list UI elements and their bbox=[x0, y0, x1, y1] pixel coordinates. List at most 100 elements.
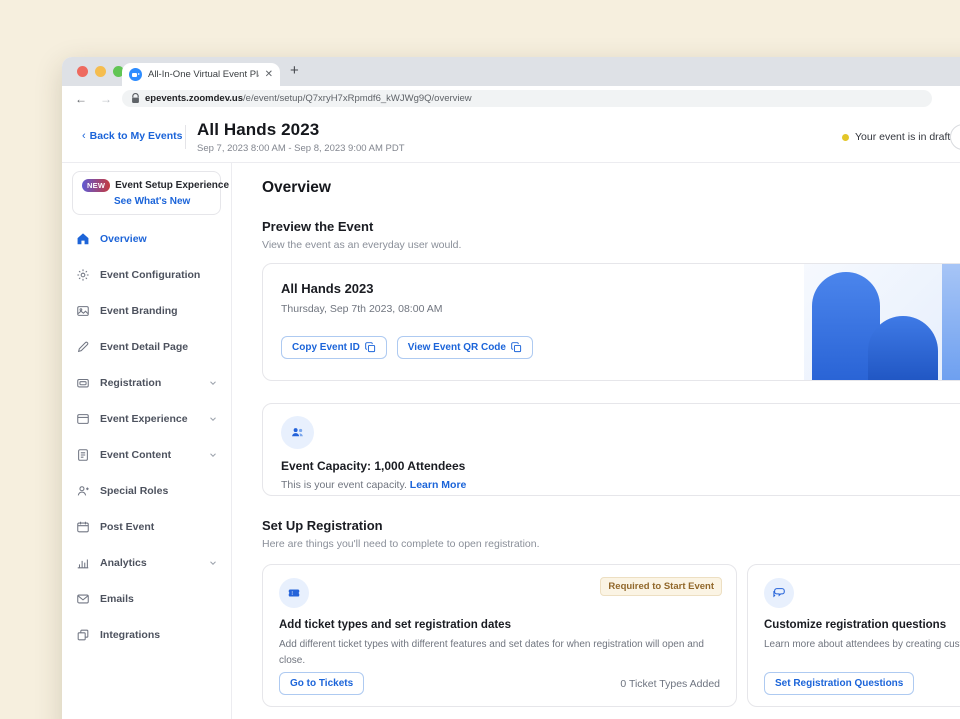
chevron-down-icon[interactable] bbox=[208, 450, 218, 460]
url-domain: epevents.zoomdev.us bbox=[145, 93, 243, 104]
sidebar-item-emails[interactable]: Emails bbox=[62, 581, 231, 617]
sidebar-item-integrations[interactable]: Integrations bbox=[62, 617, 231, 653]
sidebar-item-label: Emails bbox=[100, 593, 134, 605]
sidebar-item-event-content[interactable]: Event Content bbox=[62, 437, 231, 473]
see-whats-new-link[interactable]: See What's New bbox=[114, 196, 211, 207]
cover-arch-shape bbox=[868, 316, 938, 380]
page-title: Overview bbox=[262, 179, 960, 197]
sidebar-item-label: Event Configuration bbox=[100, 269, 200, 281]
back-icon[interactable]: ← bbox=[75, 92, 87, 106]
tickets-card-title: Add ticket types and set registration da… bbox=[279, 619, 720, 631]
sidebar-item-label: Analytics bbox=[100, 557, 147, 569]
url-text: epevents.zoomdev.us/e/event/setup/Q7xryH… bbox=[145, 93, 472, 104]
questions-icon-circle bbox=[764, 578, 794, 608]
event-header: ‹ Back to My Events All Hands 2023 Sep 7… bbox=[62, 111, 960, 163]
card-icon bbox=[76, 376, 90, 390]
sidebar-item-event-experience[interactable]: Event Experience bbox=[62, 401, 231, 437]
view-event-qr-code-button[interactable]: View Event QR Code bbox=[397, 336, 533, 359]
tickets-card-description: Add different ticket types with differen… bbox=[279, 637, 720, 668]
chevron-down-icon[interactable] bbox=[208, 414, 218, 424]
event-cover-art bbox=[804, 264, 960, 380]
view-qr-label: View Event QR Code bbox=[408, 342, 506, 353]
ticket-icon bbox=[287, 586, 301, 600]
draft-status: Your event is in draft bbox=[842, 131, 950, 143]
main-content: Overview Preview the Event View the even… bbox=[232, 163, 960, 719]
set-registration-questions-button[interactable]: Set Registration Questions bbox=[764, 672, 914, 695]
registration-section-subtitle: Here are things you'll need to complete … bbox=[262, 538, 960, 550]
sidebar-item-analytics[interactable]: Analytics bbox=[62, 545, 231, 581]
document-icon bbox=[76, 448, 90, 462]
preview-section-title: Preview the Event bbox=[262, 219, 960, 234]
bar-chart-icon bbox=[76, 556, 90, 570]
address-bar[interactable]: epevents.zoomdev.us/e/event/setup/Q7xryH… bbox=[122, 90, 932, 107]
registration-section-title: Set Up Registration bbox=[262, 518, 960, 533]
browser-toolbar: ← → ↻ epevents.zoomdev.us/e/event/setup/… bbox=[62, 86, 960, 111]
required-badge: Required to Start Event bbox=[600, 577, 722, 596]
sidebar-item-event-branding[interactable]: Event Branding bbox=[62, 293, 231, 329]
gear-icon bbox=[76, 268, 90, 282]
ticket-icon-circle bbox=[279, 578, 309, 608]
calendar-icon bbox=[76, 520, 90, 534]
lock-icon bbox=[131, 93, 140, 104]
chevron-left-icon: ‹ bbox=[82, 130, 86, 142]
registration-cards-row: Required to Start Event Add ticket types… bbox=[262, 564, 960, 707]
tab-close-icon[interactable]: ✕ bbox=[265, 70, 273, 80]
copy-event-id-button[interactable]: Copy Event ID bbox=[281, 336, 387, 359]
sidebar-item-label: Registration bbox=[100, 377, 161, 389]
chevron-down-icon[interactable] bbox=[208, 378, 218, 388]
sidebar-item-event-detail-page[interactable]: Event Detail Page bbox=[62, 329, 231, 365]
window-icon bbox=[76, 412, 90, 426]
sidebar-item-overview[interactable]: Overview bbox=[62, 221, 231, 257]
sidebar-item-label: Integrations bbox=[100, 629, 160, 641]
sidebar-item-label: Post Event bbox=[100, 521, 154, 533]
pencil-icon bbox=[76, 340, 90, 354]
close-window-button[interactable] bbox=[77, 66, 88, 77]
ticket-types-count: 0 Ticket Types Added bbox=[620, 678, 720, 690]
sidebar-item-label: Event Experience bbox=[100, 413, 188, 425]
integrations-icon bbox=[76, 628, 90, 642]
forward-icon[interactable]: → bbox=[100, 92, 112, 106]
preview-section-subtitle: View the event as an everyday user would… bbox=[262, 239, 960, 251]
sidebar: NEW Event Setup Experience See What's Ne… bbox=[62, 163, 232, 719]
sidebar-item-event-configuration[interactable]: Event Configuration bbox=[62, 257, 231, 293]
draft-status-dot-icon bbox=[842, 134, 849, 141]
learn-more-link[interactable]: Learn More bbox=[410, 479, 467, 491]
questions-card-title: Customize registration questions bbox=[764, 619, 960, 631]
capacity-icon-circle bbox=[281, 416, 314, 449]
person-icon bbox=[76, 484, 90, 498]
url-path: /e/event/setup/Q7xryH7xRpmdf6_kWJWg9Q/ov… bbox=[243, 93, 472, 104]
sidebar-item-label: Event Branding bbox=[100, 305, 178, 317]
header-divider bbox=[185, 125, 186, 149]
sidebar-nav: Overview Event Configuration Event Brand… bbox=[62, 221, 231, 653]
back-link-label: Back to My Events bbox=[90, 130, 183, 142]
sidebar-item-registration[interactable]: Registration bbox=[62, 365, 231, 401]
chat-bubbles-icon bbox=[772, 586, 786, 600]
capacity-title: Event Capacity: 1,000 Attendees bbox=[281, 459, 960, 473]
new-tab-button[interactable]: + bbox=[290, 62, 299, 79]
event-preview-card: All Hands 2023 Thursday, Sep 7th 2023, 0… bbox=[262, 263, 960, 381]
set-registration-questions-label: Set Registration Questions bbox=[775, 678, 903, 689]
go-to-tickets-button[interactable]: Go to Tickets bbox=[279, 672, 364, 695]
chevron-down-icon[interactable] bbox=[208, 558, 218, 568]
browser-tab[interactable]: All-In-One Virtual Event Platfo ✕ bbox=[122, 63, 280, 86]
event-date-range: Sep 7, 2023 8:00 AM - Sep 8, 2023 9:00 A… bbox=[197, 143, 405, 154]
home-icon bbox=[76, 232, 90, 246]
event-title: All Hands 2023 bbox=[197, 120, 319, 140]
whats-new-card[interactable]: NEW Event Setup Experience See What's Ne… bbox=[72, 171, 221, 215]
sidebar-item-label: Special Roles bbox=[100, 485, 168, 497]
new-badge: NEW bbox=[82, 179, 110, 192]
header-action-button[interactable] bbox=[950, 124, 960, 150]
envelope-icon bbox=[76, 592, 90, 606]
back-to-my-events-link[interactable]: ‹ Back to My Events bbox=[82, 130, 182, 142]
tickets-task-card: Required to Start Event Add ticket types… bbox=[262, 564, 737, 707]
zoom-favicon-icon bbox=[129, 68, 142, 81]
image-icon bbox=[76, 304, 90, 318]
browser-window: All-In-One Virtual Event Platfo ✕ + ← → … bbox=[62, 57, 960, 719]
go-to-tickets-label: Go to Tickets bbox=[290, 678, 353, 689]
sidebar-item-post-event[interactable]: Post Event bbox=[62, 509, 231, 545]
window-controls bbox=[77, 66, 124, 77]
minimize-window-button[interactable] bbox=[95, 66, 106, 77]
sidebar-item-special-roles[interactable]: Special Roles bbox=[62, 473, 231, 509]
cover-strip-shape bbox=[942, 264, 960, 380]
registration-questions-task-card: Customize registration questions Learn m… bbox=[747, 564, 960, 707]
